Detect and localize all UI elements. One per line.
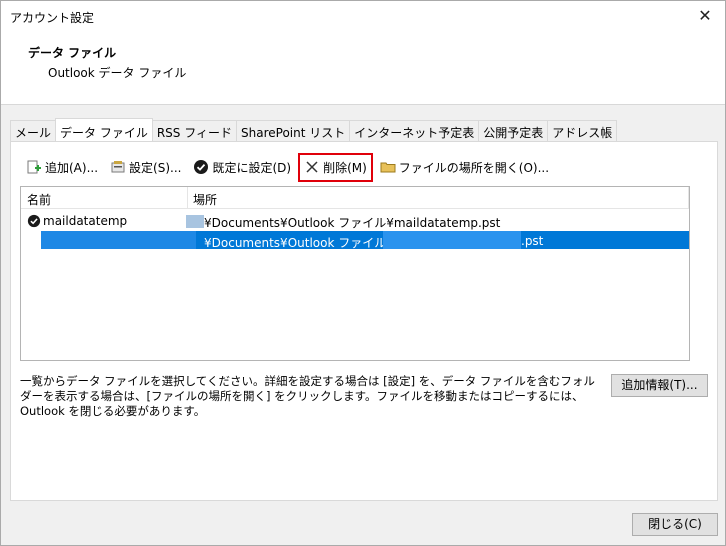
list-header: 名前 場所 xyxy=(21,187,689,209)
settings-icon xyxy=(110,159,126,175)
open-file-location-label: ファイルの場所を開く(O)... xyxy=(398,160,550,175)
close-button[interactable]: 閉じる(C) xyxy=(632,513,718,536)
row-file-location-prefix: ¥Documents¥Outlook ファイル¥ xyxy=(204,236,394,250)
row-file-location: ¥Documents¥Outlook ファイル¥maildatatemp.pst xyxy=(204,216,501,230)
set-default-button-label: 既定に設定(D) xyxy=(212,160,292,175)
tab-data-files[interactable]: データ ファイル xyxy=(55,118,153,141)
list-row-selected[interactable]: ¥Documents¥Outlook ファイル¥ .pst xyxy=(21,231,689,251)
column-header-location[interactable]: 場所 xyxy=(193,191,217,208)
tab-sharepoint-lists[interactable]: SharePoint リスト xyxy=(236,120,351,142)
window-title: アカウント設定 xyxy=(10,11,95,25)
data-file-list[interactable]: 名前 場所 maildatatemp ¥Documents¥Outlook ファ… xyxy=(20,186,690,361)
column-divider[interactable] xyxy=(187,187,188,209)
redacted-file-name xyxy=(41,231,196,249)
column-header-name[interactable]: 名前 xyxy=(27,191,51,208)
redacted-file-name-segment xyxy=(383,231,521,249)
header-title: データ ファイル xyxy=(28,46,117,60)
redacted-path-segment xyxy=(186,215,204,228)
delete-button-label: 削除(M) xyxy=(323,160,367,175)
description-text: 一覧からデータ ファイルを選択してください。詳細を設定する場合は [設定] を、… xyxy=(20,374,595,418)
add-button[interactable]: 追加(A)... xyxy=(21,155,103,179)
checkmark-circle-icon xyxy=(193,159,209,175)
account-settings-dialog: アカウント設定 ✕ データ ファイル Outlook データ ファイル メール … xyxy=(0,0,726,546)
tab-address-books[interactable]: アドレス帳 xyxy=(547,120,618,142)
folder-icon xyxy=(380,159,396,175)
settings-button[interactable]: 設定(S)... xyxy=(105,155,186,179)
more-info-button[interactable]: 追加情報(T)... xyxy=(611,374,708,397)
delete-x-icon xyxy=(304,159,320,175)
data-files-panel: 追加(A)... 設定(S)... 既定に設定(D) 削除(M) ファイルの場所… xyxy=(10,141,718,501)
default-checkmark-icon xyxy=(27,214,41,231)
add-file-icon xyxy=(26,159,42,175)
close-icon[interactable]: ✕ xyxy=(693,5,717,27)
tab-rss-feeds[interactable]: RSS フィード xyxy=(151,120,237,142)
delete-button[interactable]: 削除(M) xyxy=(298,152,373,182)
dialog-header: データ ファイル Outlook データ ファイル xyxy=(1,33,725,105)
row-file-name: maildatatemp xyxy=(43,214,128,228)
title-bar: アカウント設定 ✕ xyxy=(1,1,725,33)
add-button-label: 追加(A)... xyxy=(45,160,99,175)
tab-internet-calendars[interactable]: インターネット予定表 xyxy=(349,120,480,142)
toolbar: 追加(A)... 設定(S)... 既定に設定(D) 削除(M) ファイルの場所… xyxy=(21,152,556,182)
tab-published-calendars[interactable]: 公開予定表 xyxy=(478,120,549,142)
row-file-location-suffix: .pst xyxy=(521,234,544,248)
settings-button-label: 設定(S)... xyxy=(129,160,182,175)
set-default-button[interactable]: 既定に設定(D) xyxy=(188,155,296,179)
tab-mail[interactable]: メール xyxy=(10,120,57,142)
list-row[interactable]: maildatatemp ¥Documents¥Outlook ファイル¥mai… xyxy=(21,211,689,231)
tab-strip: メール データ ファイル RSS フィード SharePoint リスト インタ… xyxy=(10,118,618,142)
header-subtitle: Outlook データ ファイル xyxy=(48,66,187,80)
column-divider[interactable] xyxy=(688,187,689,209)
open-file-location-button[interactable]: ファイルの場所を開く(O)... xyxy=(375,155,554,179)
